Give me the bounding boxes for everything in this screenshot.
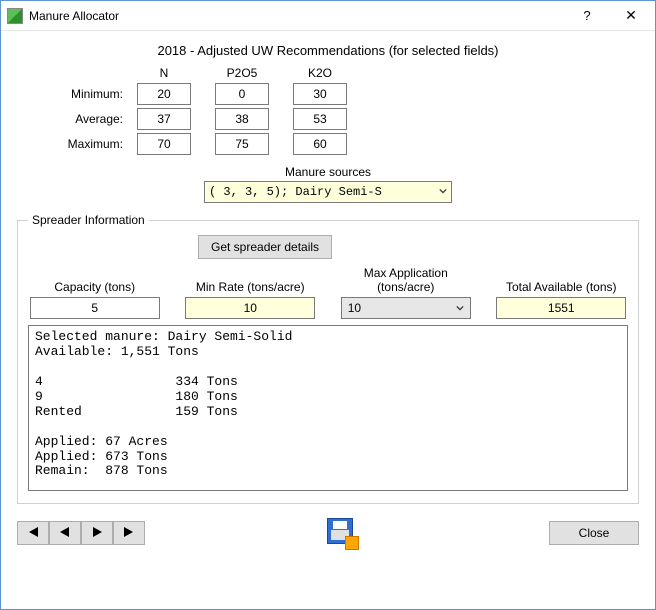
row-label-maximum: Maximum: [33, 137, 133, 151]
avg-n-value: 37 [137, 108, 191, 130]
col-header-n: N [133, 66, 195, 80]
prev-icon [58, 526, 72, 541]
min-n-value: 20 [137, 83, 191, 105]
recommendations-grid: N P2O5 K2O Minimum: 20 0 30 Average: 37 … [33, 66, 639, 155]
avg-p-value: 38 [215, 108, 269, 130]
max-n-value: 70 [137, 133, 191, 155]
max-application-select[interactable]: 10 [341, 297, 471, 319]
manure-sources-select[interactable]: ( 3, 3, 5); Dairy Semi-S [204, 181, 452, 203]
last-icon [122, 526, 136, 541]
titlebar-buttons: ? ✕ [565, 2, 653, 30]
total-available-label: Total Available (tons) [495, 265, 629, 295]
avg-k-value: 53 [293, 108, 347, 130]
capacity-label: Capacity (tons) [28, 265, 162, 295]
nav-last-button[interactable] [113, 521, 145, 545]
content-area: 2018 - Adjusted UW Recommendations (for … [1, 31, 655, 609]
dialog-window: Manure Allocator ? ✕ 2018 - Adjusted UW … [0, 0, 656, 610]
nav-first-button[interactable] [17, 521, 49, 545]
get-spreader-details-button[interactable]: Get spreader details [198, 235, 332, 259]
results-textarea[interactable]: Selected manure: Dairy Semi-Solid Availa… [28, 325, 628, 491]
max-application-label: Max Application (tons/acre) [339, 265, 473, 295]
nav-button-group [17, 521, 145, 545]
manure-sources-selected: ( 3, 3, 5); Dairy Semi-S [209, 185, 382, 199]
chevron-down-icon [439, 185, 447, 199]
manure-sources-label: Manure sources [17, 165, 639, 179]
capacity-input[interactable]: 5 [30, 297, 160, 319]
spreader-information-group: Spreader Information Get spreader detail… [17, 213, 639, 504]
row-label-minimum: Minimum: [33, 87, 133, 101]
first-icon [26, 526, 40, 541]
next-icon [90, 526, 104, 541]
window-title: Manure Allocator [29, 9, 565, 23]
nav-next-button[interactable] [81, 521, 113, 545]
min-rate-input[interactable]: 10 [185, 297, 315, 319]
bottom-bar: Close [17, 518, 639, 548]
save-button[interactable] [327, 518, 357, 548]
save-accent-icon [345, 536, 359, 550]
help-button[interactable]: ? [565, 2, 609, 30]
max-k-value: 60 [293, 133, 347, 155]
row-label-average: Average: [33, 112, 133, 126]
spreader-legend: Spreader Information [28, 213, 149, 227]
max-application-value: 10 [348, 301, 361, 315]
app-icon [7, 8, 23, 24]
col-header-k: K2O [289, 66, 351, 80]
col-header-p: P2O5 [211, 66, 273, 80]
title-bar: Manure Allocator ? ✕ [1, 1, 655, 31]
max-p-value: 75 [215, 133, 269, 155]
min-p-value: 0 [215, 83, 269, 105]
page-heading: 2018 - Adjusted UW Recommendations (for … [17, 43, 639, 58]
close-window-button[interactable]: ✕ [609, 2, 653, 30]
min-rate-label: Min Rate (tons/acre) [184, 265, 318, 295]
chevron-down-icon [456, 301, 464, 315]
min-k-value: 30 [293, 83, 347, 105]
total-available-input[interactable]: 1551 [496, 297, 626, 319]
nav-prev-button[interactable] [49, 521, 81, 545]
close-button[interactable]: Close [549, 521, 639, 545]
